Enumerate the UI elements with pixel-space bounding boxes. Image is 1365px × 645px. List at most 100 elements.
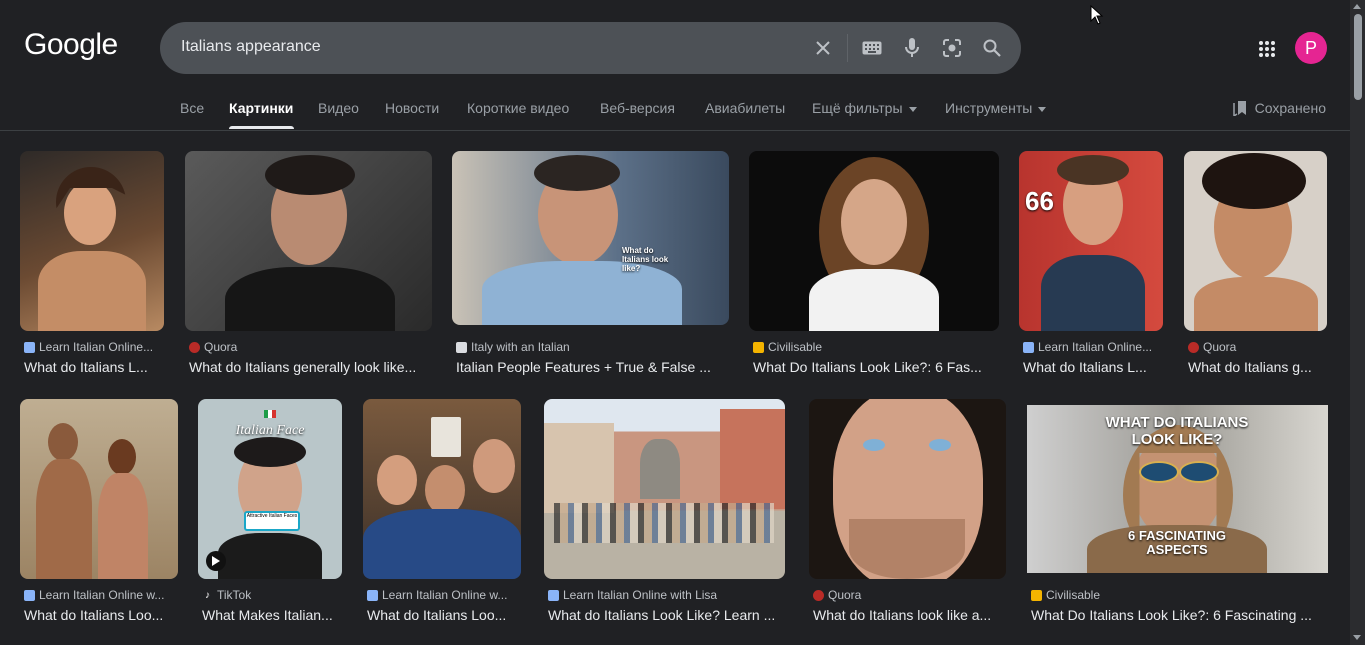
image-result[interactable]: Quora What do Italians g...	[1184, 151, 1328, 381]
image-result[interactable]: What do Italians look like? Italy with a…	[452, 151, 730, 381]
image-result[interactable]: Italian Face Attractive Italian Faces ♪ T…	[198, 399, 344, 629]
favicon-icon	[1031, 589, 1042, 601]
image-result[interactable]: Learn Italian Online with Lisa What do I…	[544, 399, 786, 629]
saved-label: Сохранено	[1254, 100, 1326, 116]
result-title[interactable]: What Do Italians Look Like?: 6 Fas...	[753, 359, 997, 375]
search-icon[interactable]	[978, 34, 1006, 62]
source-label: Civilisable	[1046, 588, 1101, 602]
result-source[interactable]: Quora	[813, 588, 1003, 602]
favicon-icon	[456, 341, 467, 353]
scroll-down-icon[interactable]	[1353, 635, 1361, 640]
source-label: Learn Italian Online...	[39, 340, 154, 354]
source-label: Learn Italian Online w...	[382, 588, 508, 602]
result-thumbnail[interactable]	[809, 399, 1006, 579]
google-logo[interactable]: Google	[24, 28, 118, 62]
source-label: Learn Italian Online w...	[39, 588, 165, 602]
thumbnail-caption: 6 FASCINATING ASPECTS	[1128, 528, 1226, 558]
image-result[interactable]: Civilisable What Do Italians Look Like?:…	[749, 151, 999, 381]
search-box[interactable]: Italians appearance	[160, 22, 1021, 74]
image-result[interactable]: Quora What do Italians generally look li…	[185, 151, 433, 381]
result-thumbnail[interactable]	[20, 399, 178, 579]
tab-news[interactable]: Новости	[385, 100, 439, 116]
result-source[interactable]: Italy with an Italian	[456, 340, 726, 354]
search-input[interactable]: Italians appearance	[181, 38, 321, 56]
result-source[interactable]: Quora	[1188, 340, 1328, 354]
tab-flights[interactable]: Авиабилеты	[705, 100, 785, 116]
image-result[interactable]: Learn Italian Online... What do Italians…	[20, 151, 166, 381]
image-result[interactable]: WHAT DO ITALIANS LOOK LIKE? 6 FASCINATIN…	[1027, 399, 1329, 629]
microphone-icon[interactable]	[898, 34, 926, 62]
result-title[interactable]: What do Italians L...	[1023, 359, 1159, 375]
result-title[interactable]: What do Italians Loo...	[24, 607, 176, 623]
apps-grid-icon[interactable]	[1254, 36, 1280, 62]
thumbnail-overlay-text: What do Italians look like?	[622, 246, 669, 273]
result-source[interactable]: Quora	[189, 340, 429, 354]
result-thumbnail[interactable]: WHAT DO ITALIANS LOOK LIKE? 6 FASCINATIN…	[1027, 405, 1328, 573]
result-thumbnail[interactable]	[363, 399, 521, 579]
result-source[interactable]: Learn Italian Online w...	[367, 588, 519, 602]
page-scrollbar[interactable]	[1350, 0, 1365, 645]
image-result[interactable]: Quora What do Italians look like a...	[809, 399, 1007, 629]
image-result[interactable]: 66 Learn Italian Online... What do Itali…	[1019, 151, 1165, 381]
result-title[interactable]: What do Italians Look Like? Learn ...	[548, 607, 784, 623]
more-filters-label: Ещё фильтры	[812, 100, 903, 116]
tab-images[interactable]: Картинки	[229, 100, 293, 116]
result-title[interactable]: What do Italians L...	[24, 359, 160, 375]
source-label: Quora	[1203, 340, 1237, 354]
image-result[interactable]: Learn Italian Online w... What do Italia…	[363, 399, 521, 629]
result-source[interactable]: Civilisable	[1031, 588, 1327, 602]
result-title[interactable]: Italian People Features + True & False .…	[456, 359, 726, 375]
mouse-cursor-icon	[1090, 5, 1104, 25]
result-source[interactable]: Learn Italian Online w...	[24, 588, 176, 602]
chevron-down-icon	[1038, 106, 1047, 112]
result-title[interactable]: What Do Italians Look Like?: 6 Fascinati…	[1031, 607, 1327, 623]
scroll-thumb[interactable]	[1354, 14, 1362, 100]
result-thumbnail[interactable]: What do Italians look like?	[452, 151, 729, 325]
result-title[interactable]: What do Italians look like a...	[813, 607, 1003, 623]
result-title[interactable]: What do Italians g...	[1188, 359, 1324, 375]
tools-label: Инструменты	[945, 100, 1033, 116]
favicon-icon	[753, 341, 764, 353]
result-title[interactable]: What do Italians Loo...	[367, 607, 519, 623]
result-thumbnail[interactable]: Italian Face Attractive Italian Faces	[198, 399, 342, 579]
search-tabs: Все Картинки Видео Новости Короткие виде…	[0, 92, 1350, 130]
result-thumbnail[interactable]	[1184, 151, 1327, 331]
result-source[interactable]: Learn Italian Online...	[1023, 340, 1163, 354]
result-thumbnail[interactable]: 66	[1019, 151, 1163, 331]
tab-short-videos[interactable]: Короткие видео	[467, 100, 569, 116]
tab-videos[interactable]: Видео	[318, 100, 359, 116]
source-label: Civilisable	[768, 340, 823, 354]
favicon-icon	[367, 589, 378, 601]
result-title[interactable]: What do Italians generally look like...	[189, 359, 429, 375]
quora-icon	[189, 341, 200, 353]
avatar[interactable]: P	[1295, 32, 1327, 64]
source-label: TikTok	[217, 588, 252, 602]
result-thumbnail[interactable]	[20, 151, 164, 331]
quora-icon	[1188, 341, 1199, 353]
tab-web[interactable]: Веб-версия	[600, 100, 675, 116]
result-thumbnail[interactable]	[749, 151, 999, 331]
play-icon[interactable]	[206, 551, 226, 571]
scroll-up-icon[interactable]	[1353, 4, 1361, 9]
header: Google Italians appearance P Все Картинк…	[0, 0, 1350, 131]
result-source[interactable]: Civilisable	[753, 340, 997, 354]
source-label: Quora	[204, 340, 238, 354]
quora-icon	[813, 589, 824, 601]
source-label: Italy with an Italian	[471, 340, 570, 354]
tab-tools[interactable]: Инструменты	[945, 100, 1047, 116]
source-label: Learn Italian Online...	[1038, 340, 1153, 354]
image-result[interactable]: Learn Italian Online w... What do Italia…	[20, 399, 178, 629]
result-thumbnail[interactable]	[544, 399, 785, 579]
source-label: Quora	[828, 588, 862, 602]
tab-all[interactable]: Все	[180, 100, 204, 116]
tab-more-filters[interactable]: Ещё фильтры	[812, 100, 917, 116]
clear-icon[interactable]	[809, 34, 837, 62]
result-title[interactable]: What Makes Italian...	[202, 607, 342, 623]
saved-button[interactable]: Сохранено	[1232, 100, 1326, 116]
result-thumbnail[interactable]	[185, 151, 432, 331]
result-source[interactable]: ♪ TikTok	[202, 588, 342, 602]
keyboard-icon[interactable]	[858, 34, 886, 62]
result-source[interactable]: Learn Italian Online with Lisa	[548, 588, 784, 602]
lens-camera-icon[interactable]	[938, 34, 966, 62]
result-source[interactable]: Learn Italian Online...	[24, 340, 164, 354]
